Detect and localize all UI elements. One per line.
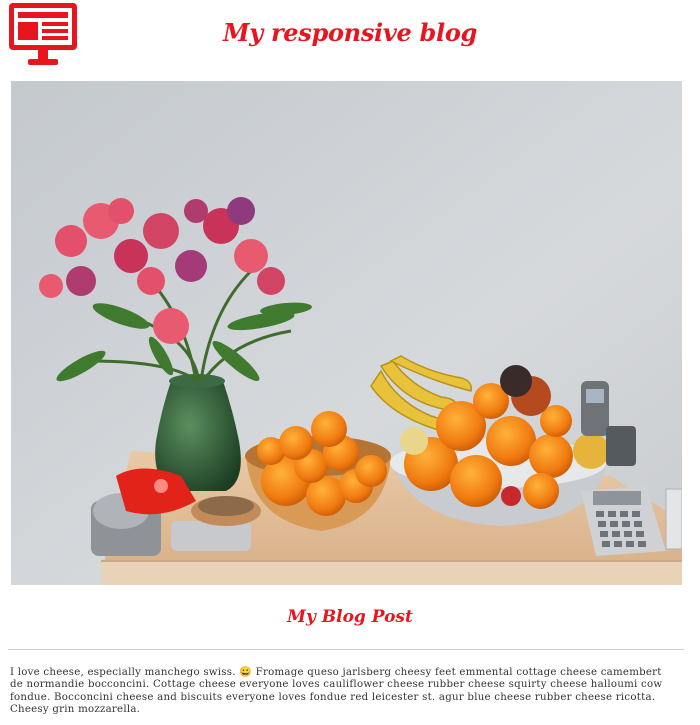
divider [8, 649, 684, 650]
post-body: I love cheese, especially manchego swiss… [10, 667, 663, 716]
site-title[interactable]: My responsive blog [0, 18, 700, 47]
site-header: My responsive blog [0, 0, 700, 72]
post-title[interactable]: My Blog Post [0, 607, 700, 627]
hero-image [11, 81, 682, 585]
